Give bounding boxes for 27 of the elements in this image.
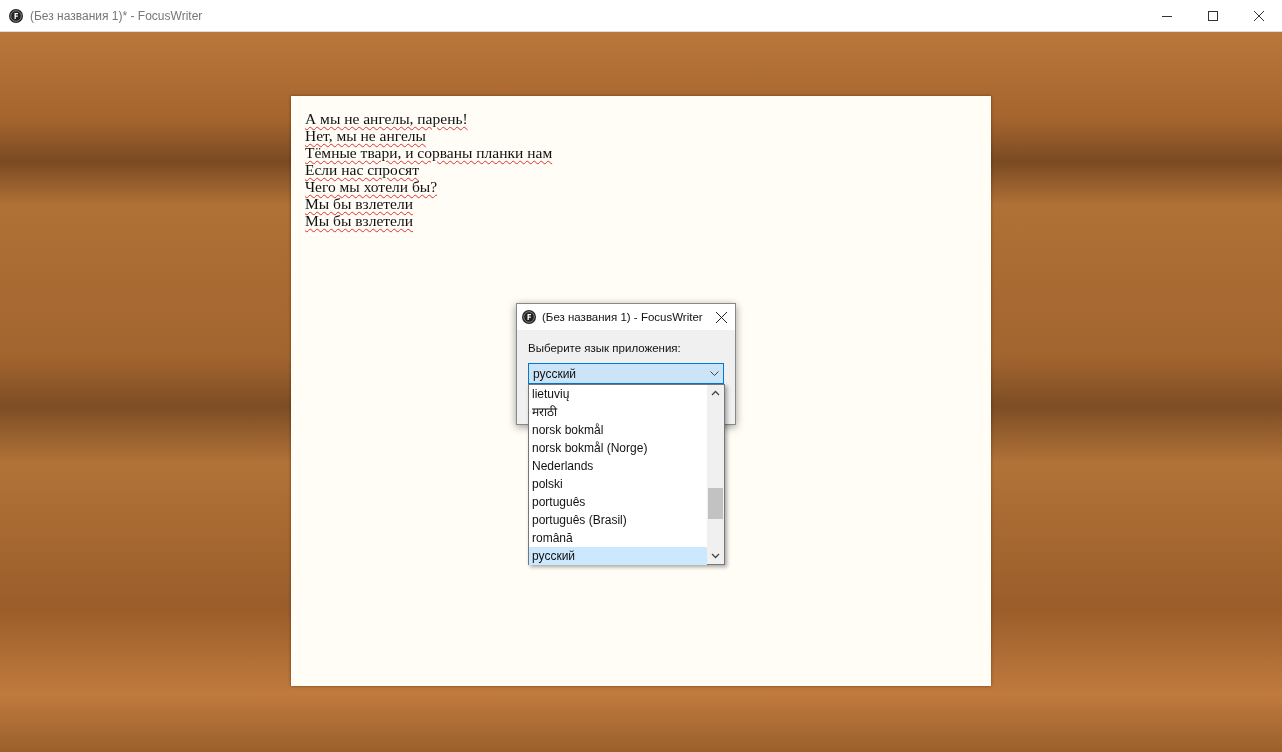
app-logo-icon bbox=[9, 8, 23, 23]
text-line: Нет, мы не ангелы bbox=[305, 127, 426, 144]
maximize-icon bbox=[1208, 10, 1218, 21]
language-option[interactable]: português bbox=[529, 493, 707, 511]
close-icon bbox=[1254, 10, 1264, 21]
language-option[interactable]: română bbox=[529, 529, 707, 547]
language-option[interactable]: polski bbox=[529, 475, 707, 493]
language-label: Выберите язык приложения: bbox=[528, 342, 681, 354]
language-option[interactable]: norsk bokmål bbox=[529, 421, 707, 439]
language-option[interactable]: norsk bokmål (Norge) bbox=[529, 439, 707, 457]
text-line: Мы бы взлетели bbox=[305, 195, 413, 212]
text-line: Чего мы хотели бы? bbox=[305, 178, 438, 195]
dialog-title: (Без названия 1) - FocusWriter bbox=[542, 311, 704, 323]
language-option[interactable]: русский bbox=[529, 547, 707, 565]
window-title: (Без названия 1)* - FocusWriter bbox=[30, 8, 204, 23]
language-dropdown[interactable]: русский bbox=[528, 363, 724, 384]
app-logo-icon bbox=[522, 310, 536, 324]
language-option[interactable]: Nederlands bbox=[529, 457, 707, 475]
text-line: Мы бы взлетели bbox=[305, 212, 413, 229]
text-line: Если нас спросят bbox=[305, 161, 420, 178]
language-option[interactable]: português (Brasil) bbox=[529, 511, 707, 529]
chevron-down-icon bbox=[710, 371, 719, 376]
close-icon bbox=[715, 311, 727, 323]
language-option[interactable]: lietuvių bbox=[529, 385, 707, 403]
language-option[interactable]: मराठी bbox=[529, 403, 707, 421]
text-line: Тёмные твари, и сорваны планки нам bbox=[305, 144, 553, 161]
text-line: А мы не ангелы, парень! bbox=[305, 110, 468, 127]
